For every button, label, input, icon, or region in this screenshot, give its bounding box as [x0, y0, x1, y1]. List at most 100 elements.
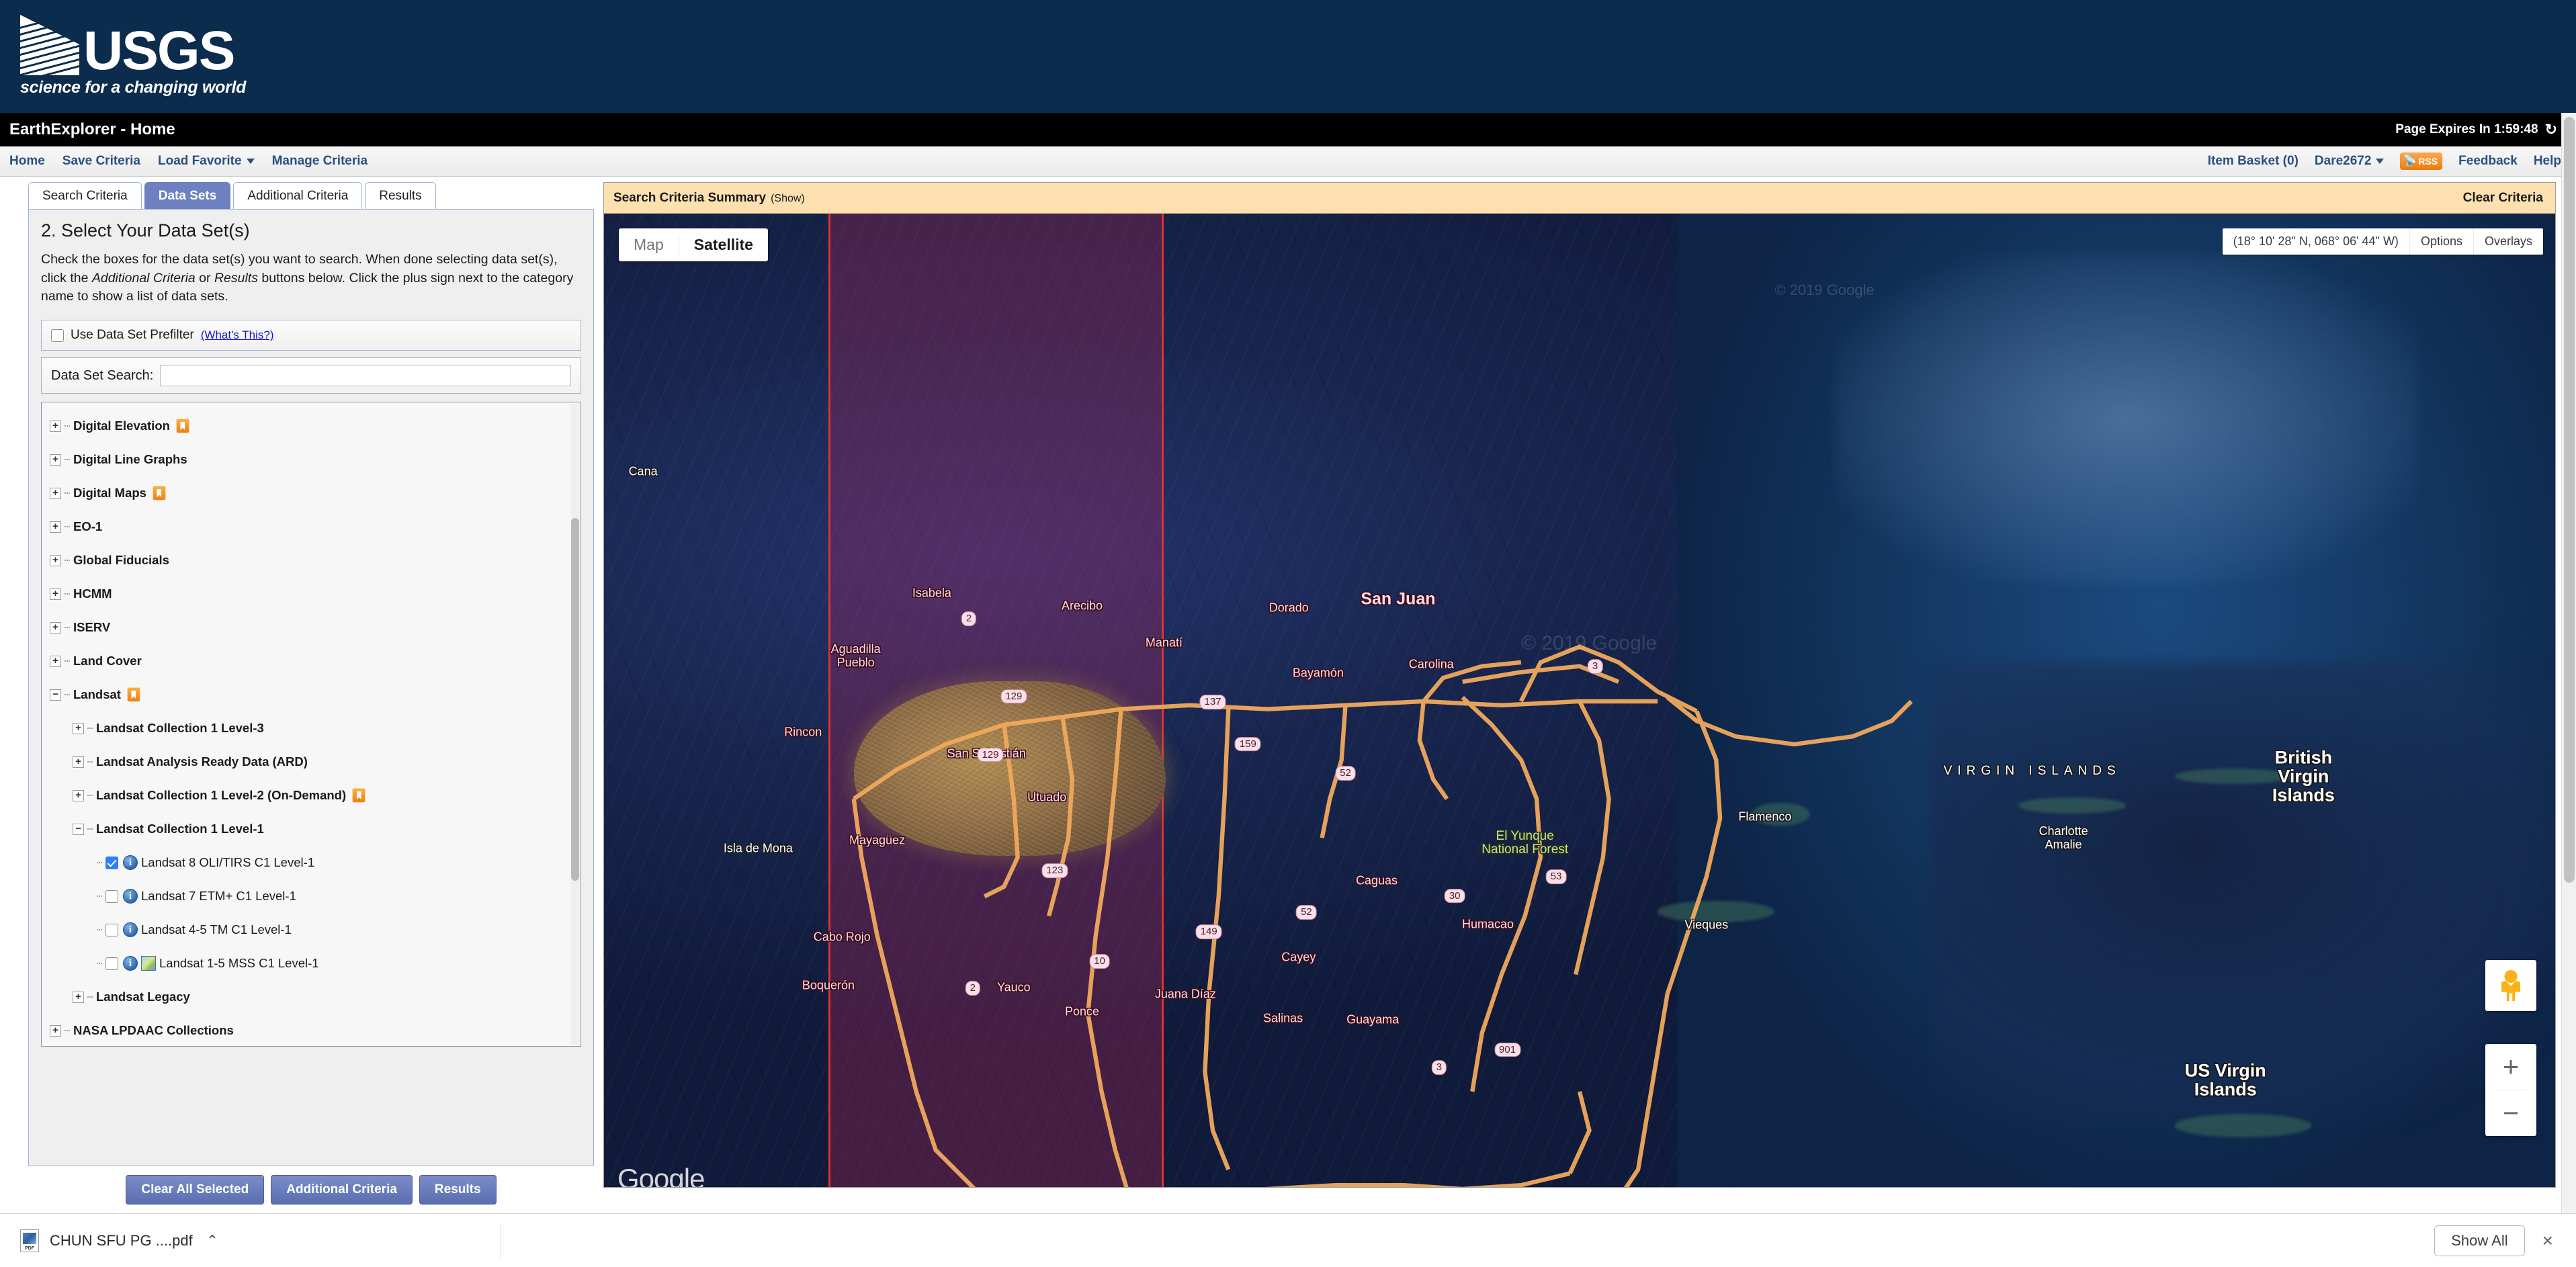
expand-icon[interactable]: +: [50, 656, 61, 667]
expand-icon[interactable]: +: [50, 521, 61, 533]
rss-button[interactable]: 📡 RSS: [2400, 152, 2442, 170]
show-all-downloads-button[interactable]: Show All: [2434, 1225, 2524, 1256]
pdf-file-icon: [20, 1229, 39, 1252]
tree-node-landsat[interactable]: − Landsat: [50, 678, 581, 711]
scrollbar-thumb[interactable]: [571, 518, 579, 881]
dataset-row-landsat-8-oli-tirs[interactable]: i Landsat 8 OLI/TIRS C1 Level-1: [50, 846, 581, 879]
bookmark-icon[interactable]: [153, 486, 166, 500]
map-options-button[interactable]: Options: [2409, 228, 2473, 255]
download-item[interactable]: CHUN SFU PG ....pdf ⌃: [20, 1223, 501, 1258]
bookmark-icon[interactable]: [352, 788, 366, 803]
additional-criteria-button[interactable]: Additional Criteria: [271, 1175, 413, 1205]
page-scrollbar-thumb[interactable]: [2564, 117, 2575, 883]
dataset-row-landsat-4-5-tm[interactable]: i Landsat 4-5 TM C1 Level-1: [50, 913, 581, 947]
dataset-row-landsat-7-etm[interactable]: i Landsat 7 ETM+ C1 Level-1: [50, 879, 581, 913]
tree-node-digital-maps[interactable]: + Digital Maps: [50, 476, 581, 510]
map-type-map-button[interactable]: Map: [619, 228, 679, 261]
tree-node-label: Landsat Analysis Ready Data (ARD): [96, 754, 308, 769]
nav-item-load-favorite[interactable]: Load Favorite: [158, 154, 255, 169]
tree-node-label: Landsat Collection 1 Level-1: [96, 822, 264, 836]
tree-node-digital-elevation[interactable]: + Digital Elevation: [50, 409, 581, 443]
tree-node-hcmm[interactable]: + HCMM: [50, 577, 581, 611]
culebra-islet: [1752, 803, 1810, 826]
tree-node-landsat-c1-level-1[interactable]: − Landsat Collection 1 Level-1: [50, 812, 581, 846]
collapse-icon[interactable]: −: [73, 824, 84, 835]
browser-download-bar: CHUN SFU PG ....pdf ⌃ Show All ×: [0, 1213, 2576, 1267]
tree-node-landsat-legacy[interactable]: + Landsat Legacy: [50, 980, 581, 1014]
dataset-checkbox-landsat-4-5-tm[interactable]: [105, 924, 118, 936]
tree-node-nasa-lpdaac-collections[interactable]: + NASA LPDAAC Collections: [50, 1014, 581, 1047]
expand-icon[interactable]: +: [50, 421, 61, 432]
tree-node-landsat-c1-level-2-on-demand[interactable]: + Landsat Collection 1 Level-2 (On-Deman…: [50, 779, 581, 812]
expand-icon[interactable]: +: [50, 454, 61, 466]
tree-node-landsat-ard[interactable]: + Landsat Analysis Ready Data (ARD): [50, 745, 581, 779]
dataset-tree-scrollbar[interactable]: [571, 404, 579, 1045]
map-type-satellite-button[interactable]: Satellite: [679, 228, 768, 261]
expand-icon[interactable]: +: [50, 622, 61, 634]
rss-label: RSS: [2418, 156, 2438, 167]
dataset-checkbox-landsat-1-5-mss[interactable]: [105, 957, 118, 970]
nav-item-item-basket[interactable]: Item Basket (0): [2208, 154, 2299, 169]
expand-icon[interactable]: +: [73, 723, 84, 734]
tab-data-sets[interactable]: Data Sets: [144, 182, 231, 209]
info-icon[interactable]: i: [123, 889, 138, 904]
tree-node-global-fiducials[interactable]: + Global Fiducials: [50, 543, 581, 577]
tab-results[interactable]: Results: [365, 182, 435, 209]
rss-icon: 📡: [2403, 156, 2416, 167]
clear-criteria-link[interactable]: Clear Criteria: [2463, 191, 2543, 206]
nav-item-manage-criteria[interactable]: Manage Criteria: [272, 154, 368, 169]
map-canvas[interactable]: © 2019 Google © 2019 Google Cana Isla de…: [604, 214, 2555, 1187]
dataset-checkbox-landsat-8-oli-tirs[interactable]: [105, 857, 118, 869]
nav-item-home[interactable]: Home: [9, 154, 45, 169]
page-title: EarthExplorer - Home: [9, 120, 175, 139]
street-view-pegman-icon[interactable]: [2485, 960, 2536, 1011]
tree-node-digital-line-graphs[interactable]: + Digital Line Graphs: [50, 443, 581, 476]
info-icon[interactable]: i: [123, 855, 138, 870]
search-criteria-summary-title: Search Criteria Summary: [613, 191, 766, 206]
nav-item-feedback[interactable]: Feedback: [2458, 154, 2518, 169]
page-scrollbar[interactable]: [2561, 113, 2576, 1213]
dataset-checkbox-landsat-7-etm[interactable]: [105, 890, 118, 903]
download-filename[interactable]: CHUN SFU PG ....pdf: [50, 1232, 193, 1250]
expand-icon[interactable]: +: [73, 756, 84, 768]
tab-search-criteria[interactable]: Search Criteria: [28, 182, 142, 209]
dataset-label: Landsat 1-5 MSS C1 Level-1: [159, 956, 319, 971]
zoom-out-button[interactable]: −: [2485, 1090, 2536, 1136]
google-attribution-top: © 2019 Google: [1774, 281, 1874, 299]
expand-icon[interactable]: +: [73, 992, 84, 1003]
info-icon[interactable]: i: [123, 956, 138, 971]
expand-icon[interactable]: +: [50, 555, 61, 566]
results-button[interactable]: Results: [419, 1175, 497, 1205]
dataset-row-landsat-1-5-mss[interactable]: i Landsat 1-5 MSS C1 Level-1: [50, 947, 581, 980]
expand-icon[interactable]: +: [73, 790, 84, 801]
dataset-search-input[interactable]: [160, 365, 571, 386]
nav-item-user-menu[interactable]: Dare2672: [2315, 154, 2385, 169]
tree-node-label: Digital Line Graphs: [73, 452, 187, 467]
tree-node-landsat-c1-level-3[interactable]: + Landsat Collection 1 Level-3: [50, 711, 581, 745]
zoom-in-button[interactable]: +: [2485, 1044, 2536, 1090]
bookmark-icon[interactable]: [127, 687, 140, 702]
tab-additional-criteria[interactable]: Additional Criteria: [233, 182, 362, 209]
nav-item-username: Dare2672: [2315, 154, 2372, 168]
info-icon[interactable]: i: [123, 922, 138, 937]
nav-item-help[interactable]: Help: [2534, 154, 2561, 169]
expand-icon[interactable]: +: [50, 588, 61, 600]
chevron-up-icon[interactable]: ⌃: [206, 1232, 218, 1250]
thumbnail-icon[interactable]: [141, 956, 156, 971]
close-icon[interactable]: ×: [2542, 1231, 2553, 1250]
expand-icon[interactable]: +: [50, 488, 61, 499]
prefilter-whats-this-link[interactable]: (What's This?): [201, 329, 274, 342]
prefilter-checkbox[interactable]: [51, 329, 64, 342]
nav-item-save-criteria[interactable]: Save Criteria: [62, 154, 140, 169]
bookmark-icon[interactable]: [176, 419, 189, 433]
tree-node-eo-1[interactable]: + EO-1: [50, 510, 581, 543]
usgs-logo[interactable]: USGS science for a changing world: [20, 15, 246, 97]
summary-show-link[interactable]: (Show): [771, 193, 805, 205]
clear-all-selected-button[interactable]: Clear All Selected: [126, 1175, 264, 1205]
tree-node-iserv[interactable]: + ISERV: [50, 611, 581, 644]
collapse-icon[interactable]: −: [50, 689, 61, 701]
expand-icon[interactable]: +: [50, 1025, 61, 1037]
map-overlays-button[interactable]: Overlays: [2473, 228, 2543, 255]
refresh-icon[interactable]: ↻: [2545, 121, 2557, 138]
tree-node-land-cover[interactable]: + Land Cover: [50, 644, 581, 678]
